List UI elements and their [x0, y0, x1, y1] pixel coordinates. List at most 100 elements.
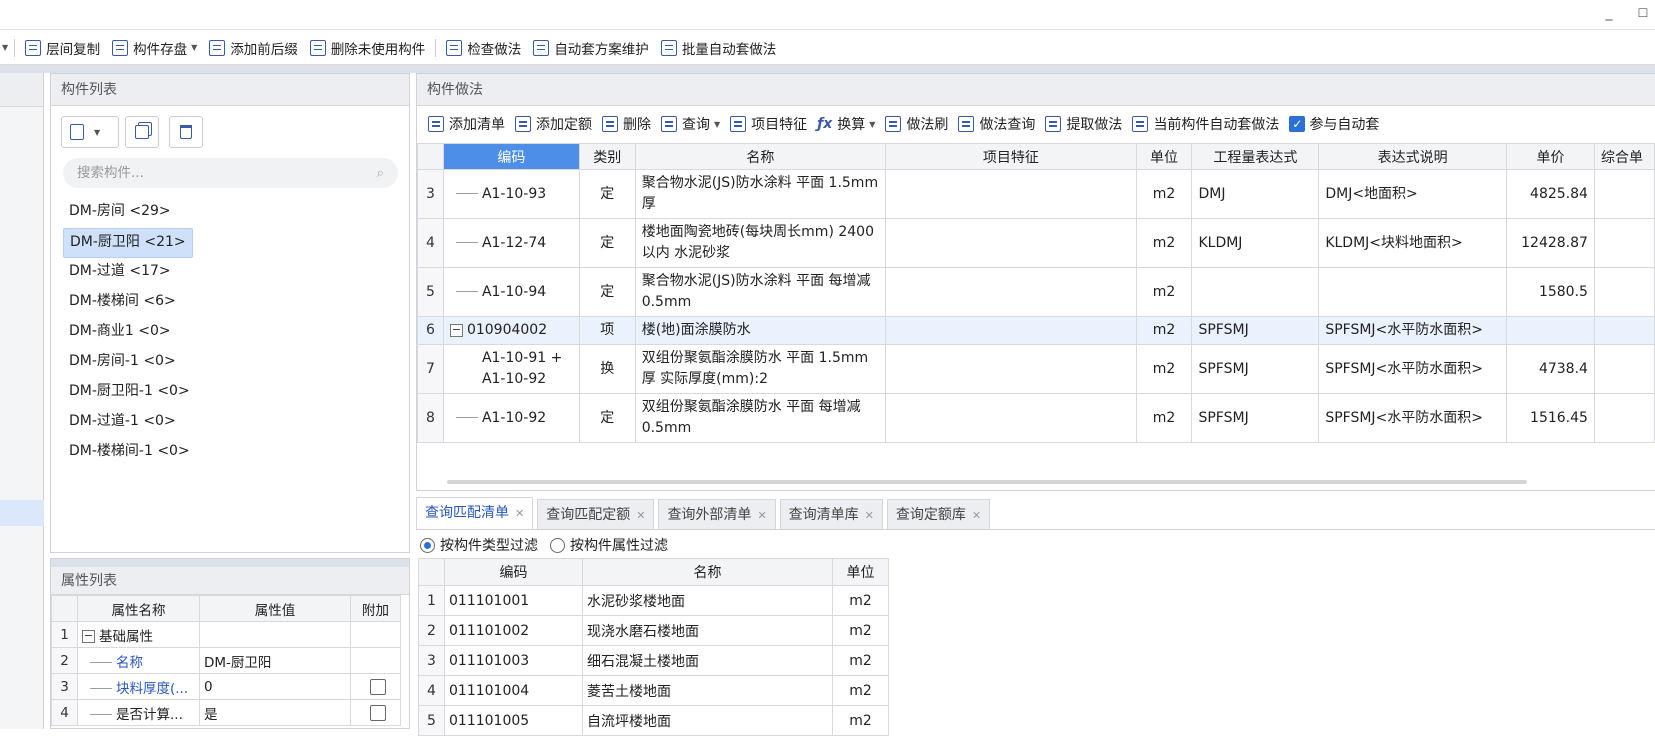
column-header-expression[interactable]: 工程量表达式	[1191, 143, 1320, 170]
expression-cell[interactable]: SPFSMJ	[1191, 393, 1320, 443]
name-cell[interactable]: 现浇水磨石楼地面	[582, 615, 833, 646]
unit-cell[interactable]: m2	[832, 675, 889, 706]
component-item[interactable]: DM-商业1 <0>	[63, 318, 177, 348]
name-cell[interactable]: 细石混凝土楼地面	[582, 645, 833, 676]
column-header-name[interactable]: 名称	[634, 143, 887, 170]
filter-by-type-label[interactable]: 按构件类型过滤	[440, 535, 538, 555]
description-cell[interactable]: DMJ<地面积>	[1318, 169, 1507, 219]
composite-cell[interactable]	[1593, 218, 1655, 268]
method-brush-button[interactable]: 做法刷	[880, 111, 953, 137]
name-cell[interactable]: 双组份聚氨酯涂膜防水 平面 1.5mm厚 实际厚度(mm):2	[634, 344, 887, 394]
description-cell[interactable]: SPFSMJ<水平防水面积>	[1318, 316, 1507, 345]
type-cell[interactable]: 定	[578, 218, 636, 268]
column-header-code[interactable]: 编码	[444, 558, 583, 586]
extra-checkbox[interactable]	[369, 678, 386, 695]
convert-button[interactable]: ƒx 换算 ▼	[812, 111, 880, 137]
close-icon[interactable]: ✕	[757, 509, 766, 522]
code-cell[interactable]: A1-10-91 + A1-10-92	[442, 344, 580, 394]
collapse-icon[interactable]: −	[449, 323, 463, 337]
minimize-icon[interactable]: _	[1600, 4, 1618, 22]
tab-query-list-library[interactable]: 查询清单库 ✕	[779, 499, 883, 529]
name-cell[interactable]: 楼地面陶瓷地砖(每块周长mm) 2400以内 水泥砂浆	[634, 218, 887, 268]
name-cell[interactable]: 水泥砂浆楼地面	[582, 585, 833, 616]
column-header[interactable]: 属性名称	[77, 595, 200, 622]
chevron-down-icon[interactable]: ▼	[0, 35, 10, 61]
code-cell[interactable]: 011101001	[444, 585, 583, 616]
expression-cell[interactable]: SPFSMJ	[1191, 344, 1320, 394]
property-value-cell[interactable]	[199, 621, 351, 648]
composite-cell[interactable]	[1593, 169, 1655, 219]
composite-cell[interactable]	[1593, 316, 1655, 345]
auto-scheme-button[interactable]: 自动套方案维护	[527, 35, 655, 61]
horizontal-scrollbar[interactable]	[447, 480, 1527, 484]
collapse-icon[interactable]: −	[82, 630, 95, 643]
description-cell[interactable]: KLDMJ<块料地面积>	[1318, 218, 1507, 268]
query-button[interactable]: 查询 ▼	[656, 111, 725, 137]
property-name-cell[interactable]: 是否计算...	[77, 699, 200, 726]
feature-cell[interactable]	[885, 267, 1137, 317]
filter-by-property-label[interactable]: 按构件属性过滤	[570, 535, 668, 555]
component-item[interactable]: DM-楼梯间-1 <0>	[63, 438, 196, 468]
column-header-feature[interactable]: 项目特征	[885, 143, 1137, 170]
delete-unused-button[interactable]: 删除未使用构件	[304, 35, 432, 61]
copy-layers-button[interactable]: 层间复制	[19, 35, 106, 61]
filter-by-property-radio[interactable]	[550, 537, 565, 553]
close-icon[interactable]: ✕	[972, 509, 981, 522]
delete-component-button[interactable]	[169, 116, 203, 148]
filter-by-type-radio[interactable]	[420, 537, 435, 553]
code-cell[interactable]: 011101003	[444, 645, 583, 676]
copy-component-button[interactable]	[125, 116, 159, 148]
save-component-button[interactable]: 构件存盘 ▼	[106, 35, 203, 61]
column-header-composite[interactable]: 综合单	[1593, 143, 1655, 170]
column-header-name[interactable]: 名称	[582, 558, 833, 586]
close-icon[interactable]: ✕	[636, 509, 645, 522]
description-cell[interactable]: SPFSMJ<水平防水面积>	[1318, 344, 1507, 394]
price-cell[interactable]: 1580.5	[1505, 267, 1595, 317]
type-cell[interactable]: 定	[578, 393, 636, 443]
expression-cell[interactable]	[1191, 267, 1320, 317]
code-cell[interactable]: A1-10-92	[442, 393, 580, 443]
check-method-button[interactable]: 检查做法	[440, 35, 527, 61]
chevron-down-icon[interactable]: ▼	[869, 120, 875, 129]
type-cell[interactable]: 换	[578, 344, 636, 394]
price-cell[interactable]: 12428.87	[1505, 218, 1595, 268]
feature-cell[interactable]	[885, 393, 1137, 443]
code-cell[interactable]: 011101004	[444, 675, 583, 706]
type-cell[interactable]: 定	[578, 267, 636, 317]
property-name-cell[interactable]: 块料厚度(...	[77, 673, 200, 700]
composite-cell[interactable]	[1593, 267, 1655, 317]
type-cell[interactable]: 定	[578, 169, 636, 219]
feature-cell[interactable]	[885, 218, 1137, 268]
unit-cell[interactable]: m2	[832, 585, 889, 616]
code-cell[interactable]: A1-12-74	[442, 218, 580, 268]
unit-cell[interactable]: m2	[832, 705, 889, 736]
auto-apply-current-button[interactable]: 当前构件自动套做法	[1127, 111, 1284, 137]
column-header-type[interactable]: 类别	[578, 143, 636, 170]
column-header[interactable]: 附加	[350, 595, 401, 622]
property-value-cell[interactable]: DM-厨卫阳	[199, 647, 351, 674]
expression-cell[interactable]: SPFSMJ	[1191, 316, 1320, 345]
price-cell[interactable]: 4738.4	[1505, 344, 1595, 394]
unit-cell[interactable]: m2	[832, 645, 889, 676]
item-feature-button[interactable]: 项目特征	[725, 111, 812, 137]
close-icon[interactable]: ✕	[865, 509, 874, 522]
name-cell[interactable]: 自流坪楼地面	[582, 705, 833, 736]
component-item[interactable]: DM-厨卫阳-1 <0>	[63, 378, 196, 408]
column-header-description[interactable]: 表达式说明	[1318, 143, 1507, 170]
delete-button[interactable]: 删除	[597, 111, 656, 137]
tab-query-match-quota[interactable]: 查询匹配定额 ✕	[537, 499, 655, 529]
unit-cell[interactable]: m2	[1135, 267, 1193, 317]
extra-checkbox[interactable]	[369, 704, 386, 721]
expression-cell[interactable]: DMJ	[1191, 169, 1320, 219]
price-cell[interactable]	[1505, 316, 1595, 345]
name-cell[interactable]: 双组份聚氨酯涂膜防水 平面 每增减0.5mm	[634, 393, 887, 443]
name-cell[interactable]: 菱苦土楼地面	[582, 675, 833, 706]
tab-query-quota-library[interactable]: 查询定额库 ✕	[886, 499, 991, 529]
auto-participate-checkbox[interactable]: ✓ 参与自动套	[1284, 111, 1384, 137]
column-header-price[interactable]: 单价	[1505, 143, 1595, 170]
add-affix-button[interactable]: 添加前后缀	[203, 35, 304, 61]
property-value-cell[interactable]: 是	[199, 699, 351, 726]
unit-cell[interactable]: m2	[1135, 393, 1193, 443]
add-quota-button[interactable]: 添加定额	[510, 111, 597, 137]
chevron-down-icon[interactable]: ▼	[191, 43, 197, 52]
